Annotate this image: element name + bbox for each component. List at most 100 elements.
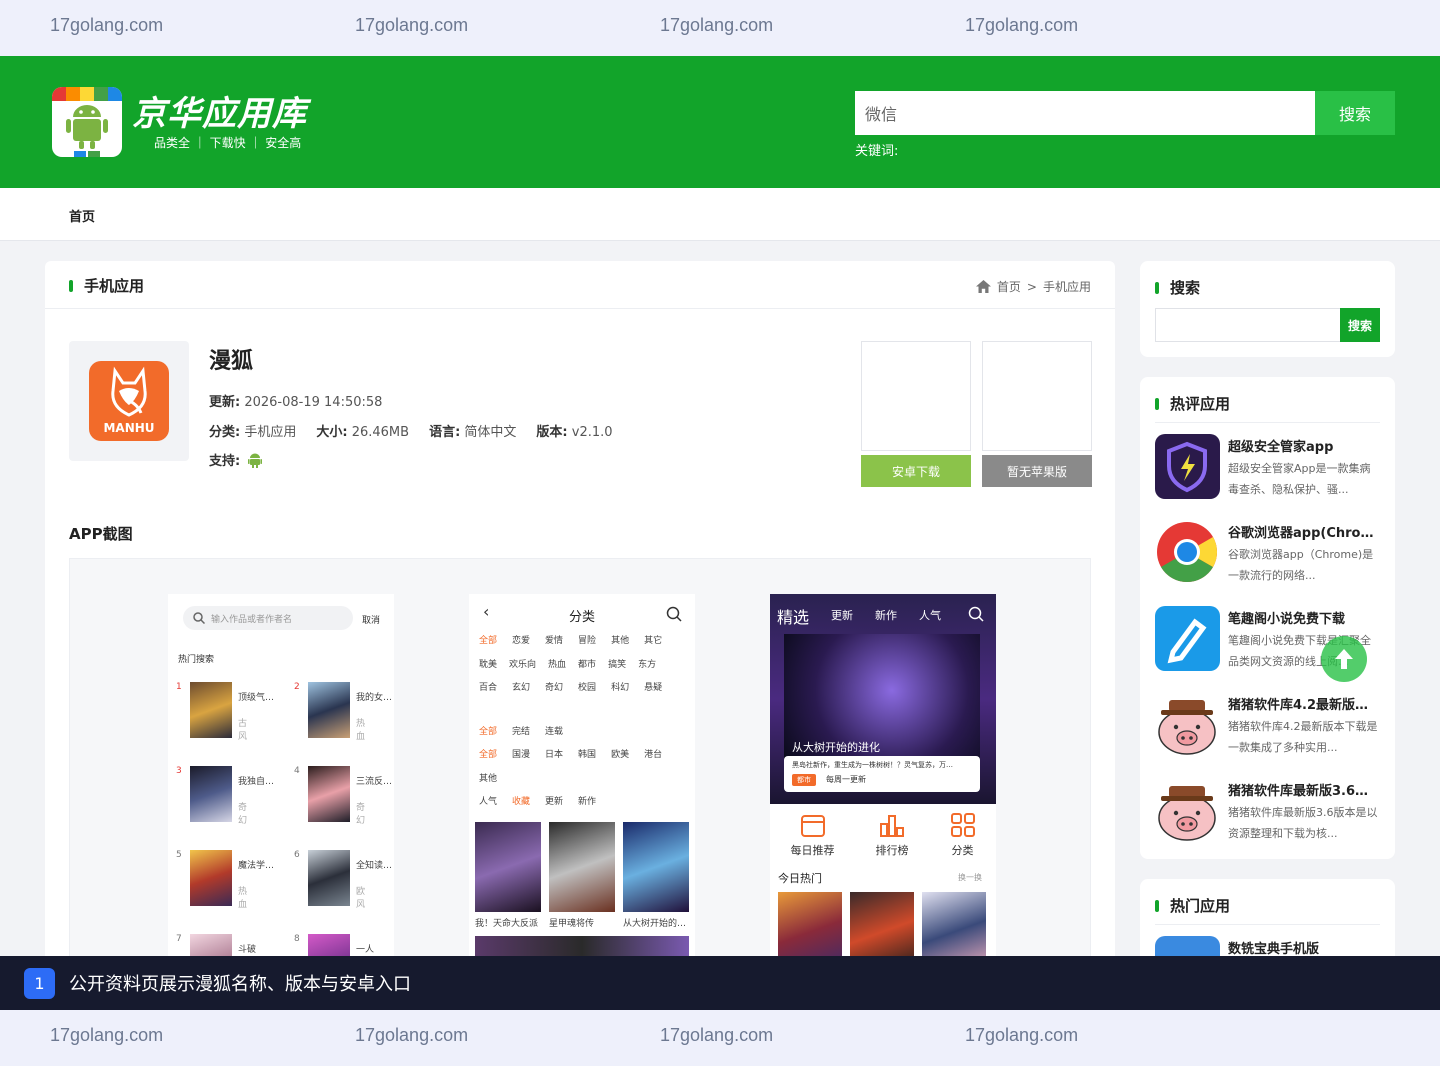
header-search-button[interactable]: 搜索	[1315, 91, 1395, 135]
home-tabs: 精选 更新 新作 人气	[777, 608, 942, 627]
android-icon	[248, 453, 263, 468]
calendar-icon	[800, 815, 825, 837]
cover-title: 星甲魂将传	[549, 919, 595, 929]
divider	[45, 308, 1115, 309]
version-value: v2.1.0	[571, 425, 613, 440]
app-title[interactable]: 数铣宝典手机版	[1228, 938, 1380, 957]
category-label: 分类:	[209, 425, 241, 440]
list-item[interactable]: 猪猪软件库最新版3.6版本 猪猪软件库最新版3.6版本是以资源整理和下载为核..…	[1155, 778, 1380, 854]
sidebar-search: 搜索	[1155, 308, 1380, 342]
version-label: 版本:	[536, 425, 568, 440]
cover-image	[623, 822, 689, 912]
divider	[1155, 422, 1380, 423]
app-title[interactable]: 笔趣阁小说免费下载	[1228, 608, 1380, 627]
screenshots-gallery: 输入作品或者作者名 取消 热门搜索 1 顶级气… 古风 2 我的女… 热血 3 我独自… 奇…	[69, 558, 1091, 1021]
support-label: 支持:	[209, 454, 241, 469]
android-download-button[interactable]: 安卓下载	[861, 455, 971, 487]
home-shortcuts: 每日推荐 排行榜 分类	[770, 812, 996, 858]
app-meta-row-3: 支持:	[209, 450, 263, 469]
app-description: 谷歌浏览器app（Chrome)是一款流行的网络...	[1228, 548, 1374, 582]
search-icon	[666, 606, 682, 622]
size-label: 大小:	[316, 425, 348, 440]
app-icon: MANHU	[89, 361, 169, 441]
screenshot-cancel: 取消	[362, 616, 381, 626]
hot-comment-title: 热评应用	[1170, 395, 1231, 413]
app-title[interactable]: 猪猪软件库最新版3.6版本	[1228, 780, 1380, 799]
sidebar-search-title: 搜索	[1170, 279, 1201, 297]
screenshot-category[interactable]: ‹ 分类 全部 恋爱 爱情 冒险 其他 其它 耽美 欢乐向 热血 都市 搞笑 东方 百合 玄幻 奇幻 校园…	[469, 594, 695, 1014]
site-subtitle: 品类全 ｜ 下载快 ｜ 安全高	[154, 136, 302, 150]
watermark-text: 17golang.com	[965, 1025, 1079, 1045]
screenshot-search-box: 输入作品或者作者名	[183, 606, 353, 630]
caption-index-badge: 1	[24, 967, 55, 999]
sidebar-search-input[interactable]	[1155, 308, 1340, 342]
watermark-text: 17golang.com	[50, 1025, 164, 1045]
sidebar-search-button[interactable]: 搜索	[1340, 308, 1380, 342]
site-logo-icon[interactable]	[52, 87, 122, 157]
section-marker	[1155, 899, 1159, 912]
watermark-text: 17golang.com	[355, 1025, 469, 1045]
app-title[interactable]: 超级安全管家app	[1228, 436, 1380, 455]
update-value: 2026-08-19 14:50:58	[244, 395, 383, 410]
watermark-bar-bottom: 17golang.com 17golang.com 17golang.com 1…	[0, 1010, 1440, 1066]
breadcrumb-home[interactable]: 首页	[997, 278, 1021, 295]
android-qr-code	[861, 341, 971, 451]
pig-icon	[1155, 692, 1220, 757]
list-item[interactable]: 猪猪软件库4.2最新版本下载 猪猪软件库4.2最新版本下载是一款集成了多种实用.…	[1155, 692, 1380, 768]
app-icon-frame: MANHU	[69, 341, 189, 461]
shield-icon	[1155, 434, 1220, 499]
app-description: 猪猪软件库4.2最新版本下载是一款集成了多种实用...	[1228, 720, 1378, 754]
cover-title: 我！天命大反派	[475, 919, 539, 929]
app-description: 超级安全管家App是一款集病毒查杀、隐私保护、骚...	[1228, 462, 1371, 496]
watermark-text: 17golang.com	[660, 15, 774, 35]
caption-bar: 1 公开资料页展示漫狐名称、版本与安卓入口	[0, 956, 1440, 1010]
ios-unavailable-button[interactable]: 暂无苹果版	[982, 455, 1092, 487]
arrow-up-icon	[1335, 649, 1353, 669]
app-title[interactable]: 猪猪软件库4.2最新版本下载	[1228, 694, 1380, 713]
update-label: 更新:	[209, 395, 241, 410]
size-value: 26.46MB	[351, 425, 410, 440]
chrome-icon	[1155, 520, 1220, 585]
hot-app-header: 热门应用	[1155, 895, 1230, 916]
list-item[interactable]: 谷歌浏览器app(Chrome) 谷歌浏览器app（Chrome)是一款流行的网…	[1155, 520, 1380, 596]
section-header: 手机应用	[69, 275, 144, 296]
screenshots-title: APP截图	[69, 525, 133, 543]
screenshot-search[interactable]: 输入作品或者作者名 取消 热门搜索 1 顶级气… 古风 2 我的女… 热血 3 我独自… 奇…	[168, 594, 394, 1014]
screenshot-hot-title: 热门搜索	[178, 655, 215, 665]
screenshot-category-title: 分类	[569, 610, 596, 625]
sidebar-hot-comment-card: 热评应用 超级安全管家app 超级安全管家App是一款集病毒查杀、隐私保护、骚.…	[1140, 377, 1395, 859]
app-title[interactable]: 谷歌浏览器app(Chrome)	[1228, 522, 1380, 541]
category-grid: 全部 恋爱 爱情 冒险 其他 其它 耽美 欢乐向 热血 都市 搞笑 东方 百合 玄幻 奇幻 校园 科幻 悬疑 …	[479, 636, 663, 807]
caption-text: 公开资料页展示漫狐名称、版本与安卓入口	[69, 974, 411, 995]
nav-home-link[interactable]: 首页	[69, 206, 95, 225]
back-to-top-button[interactable]	[1321, 636, 1367, 682]
sidebar-search-card: 搜索 搜索	[1140, 261, 1395, 357]
screenshot-home[interactable]: 精选 更新 新作 人气 从大树开始的进化 黑岛社新作，重生成为一株树树！？灵气复苏，万…	[770, 594, 996, 1014]
app-description: 猪猪软件库最新版3.6版本是以资源整理和下载为核...	[1228, 806, 1378, 840]
main-nav: 首页	[0, 188, 1440, 241]
site-title[interactable]: 京华应用库	[132, 86, 307, 135]
list-item[interactable]: 超级安全管家app 超级安全管家App是一款集病毒查杀、隐私保护、骚...	[1155, 434, 1380, 510]
header-search-input[interactable]	[855, 91, 1315, 135]
watermark-bar-top: 17golang.com 17golang.com 17golang.com 1…	[0, 0, 1440, 56]
breadcrumb-separator: >	[1026, 279, 1037, 294]
cover-image	[475, 822, 541, 912]
search-icon	[193, 612, 205, 624]
app-meta-row-1: 更新: 2026-08-19 14:50:58	[209, 391, 382, 410]
refresh-link: 换一换	[958, 873, 982, 882]
grid-icon	[950, 813, 975, 837]
banner-title: 从大树开始的进化	[792, 741, 880, 754]
breadcrumb-current[interactable]: 手机应用	[1043, 278, 1091, 295]
divider	[1155, 924, 1380, 925]
watermark-text: 17golang.com	[965, 15, 1079, 35]
ranking-icon	[880, 815, 904, 837]
app-meta-row-2: 分类: 手机应用 大小: 26.46MB 语言: 简体中文 版本: v2.1.0	[209, 421, 613, 440]
app-name: 漫狐	[209, 349, 254, 374]
watermark-text: 17golang.com	[355, 15, 469, 35]
search-icon	[968, 606, 984, 622]
hot-today-title: 今日热门	[778, 872, 822, 885]
language-label: 语言:	[429, 425, 461, 440]
watermark-text: 17golang.com	[660, 1025, 774, 1045]
pen-icon	[1155, 606, 1220, 671]
screenshot-search-placeholder: 输入作品或者作者名	[211, 614, 293, 625]
